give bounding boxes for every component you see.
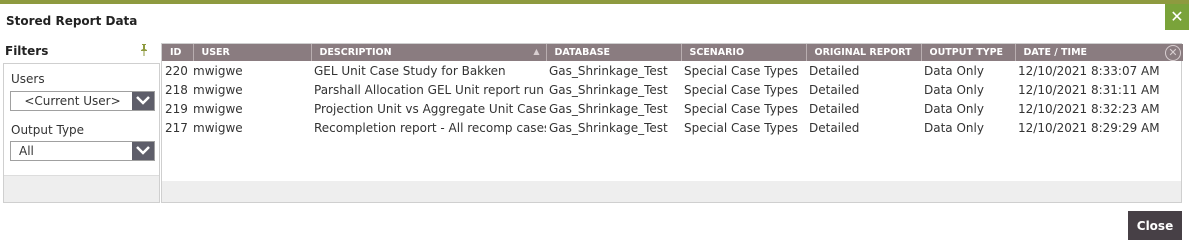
pin-icon[interactable] [140, 44, 148, 59]
filters-title: Filters [5, 44, 49, 58]
clear-icon[interactable]: ✕ [1165, 45, 1181, 61]
dialog-title: Stored Report Data [6, 14, 138, 28]
output-type-label: Output Type [11, 123, 85, 137]
cell-output-type: Data Only [924, 82, 984, 97]
chevron-down-icon [132, 92, 154, 110]
table-row[interactable]: 217 mwigwe Recompletion report - All rec… [162, 118, 1183, 137]
cell-scenario: Special Case Types [684, 82, 799, 97]
output-type-select[interactable]: All [10, 141, 155, 161]
sort-ascending-icon: ▲ [533, 47, 540, 56]
cell-id: 219 [165, 101, 188, 116]
column-header-description-label: DESCRIPTION [319, 47, 392, 58]
cell-datetime: 12/10/2021 8:32:23 AM [1018, 101, 1160, 116]
column-header-datetime[interactable]: DATE / TIME ✕ [1015, 44, 1183, 61]
cell-database: Gas_Shrinkage_Test [549, 63, 668, 78]
cell-datetime: 12/10/2021 8:31:11 AM [1018, 82, 1160, 97]
cell-user: mwigwe [193, 82, 243, 97]
users-select-value: <Current User> [24, 94, 121, 108]
cell-id: 218 [165, 82, 188, 97]
chevron-down-icon [132, 142, 154, 160]
report-grid: ID USER DESCRIPTION ▲ DATABASE SCENARIO … [161, 43, 1183, 203]
cell-datetime: 12/10/2021 8:29:29 AM [1018, 120, 1160, 135]
filters-panel: Users <Current User> Output Type All [3, 63, 160, 203]
cell-description: GEL Unit Case Study for Bakken [314, 63, 506, 78]
cell-original-report: Detailed [809, 120, 860, 135]
cell-description: Recompletion report - All recomp cases [314, 120, 546, 135]
cell-description: Projection Unit vs Aggregate Unit Cases [314, 101, 546, 116]
cell-id: 217 [165, 120, 188, 135]
table-row[interactable]: 218 mwigwe Parshall Allocation GEL Unit … [162, 80, 1183, 99]
column-header-datetime-label: DATE / TIME [1023, 47, 1088, 58]
column-header-description[interactable]: DESCRIPTION ▲ [311, 44, 547, 61]
table-row[interactable]: 219 mwigwe Projection Unit vs Aggregate … [162, 99, 1183, 118]
table-header-row: ID USER DESCRIPTION ▲ DATABASE SCENARIO … [162, 44, 1183, 61]
output-type-select-value: All [19, 144, 34, 158]
cell-database: Gas_Shrinkage_Test [549, 82, 668, 97]
cell-user: mwigwe [193, 120, 243, 135]
grid-footer [162, 181, 1181, 202]
cell-scenario: Special Case Types [684, 101, 799, 116]
report-table: ID USER DESCRIPTION ▲ DATABASE SCENARIO … [162, 44, 1183, 137]
top-accent-bar [0, 0, 1189, 4]
cell-original-report: Detailed [809, 82, 860, 97]
users-label: Users [11, 72, 45, 86]
cell-user: mwigwe [193, 101, 243, 116]
cell-scenario: Special Case Types [684, 63, 799, 78]
filters-footer [4, 175, 159, 202]
filters-header: Filters [0, 42, 160, 62]
cell-original-report: Detailed [809, 101, 860, 116]
cell-id: 220 [165, 63, 188, 78]
cell-output-type: Data Only [924, 63, 984, 78]
close-dialog-icon[interactable]: ✕ [1165, 4, 1189, 30]
users-select[interactable]: <Current User> [10, 91, 155, 111]
cell-database: Gas_Shrinkage_Test [549, 101, 668, 116]
close-button[interactable]: Close [1128, 211, 1182, 240]
cell-original-report: Detailed [809, 63, 860, 78]
cell-description: Parshall Allocation GEL Unit report run [314, 82, 544, 97]
column-header-scenario[interactable]: SCENARIO [681, 44, 807, 61]
table-row[interactable]: 220 mwigwe GEL Unit Case Study for Bakke… [162, 61, 1183, 80]
column-header-id[interactable]: ID [162, 44, 194, 61]
column-header-database[interactable]: DATABASE [546, 44, 682, 61]
cell-user: mwigwe [193, 63, 243, 78]
column-header-output-type[interactable]: OUTPUT TYPE [921, 44, 1016, 61]
cell-database: Gas_Shrinkage_Test [549, 120, 668, 135]
cell-datetime: 12/10/2021 8:33:07 AM [1018, 63, 1160, 78]
cell-output-type: Data Only [924, 120, 984, 135]
cell-scenario: Special Case Types [684, 120, 799, 135]
cell-output-type: Data Only [924, 101, 984, 116]
column-header-user[interactable]: USER [193, 44, 312, 61]
column-header-original-report[interactable]: ORIGINAL REPORT [806, 44, 922, 61]
